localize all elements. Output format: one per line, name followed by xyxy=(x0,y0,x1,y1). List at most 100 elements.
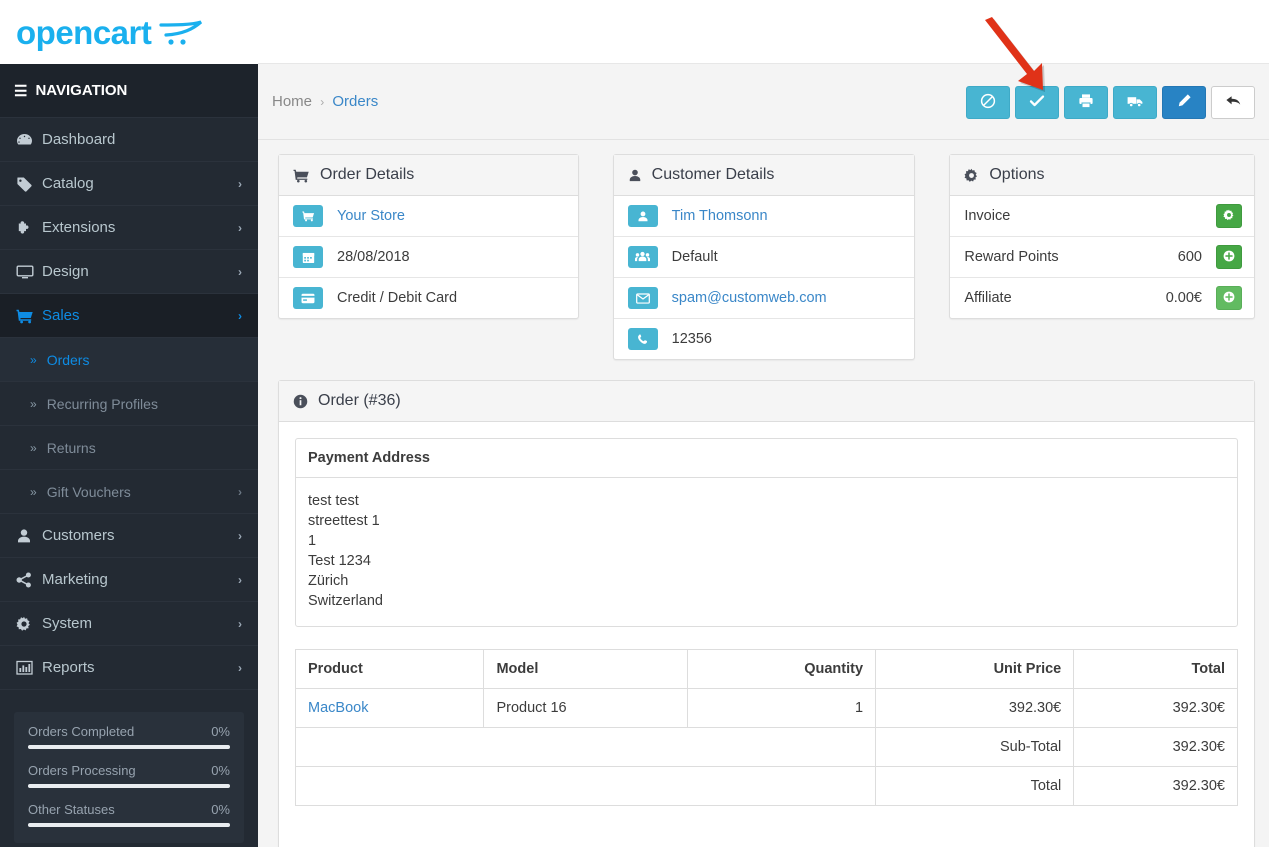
calendar-icon xyxy=(293,246,323,268)
user-icon xyxy=(16,528,42,544)
totals-value: 392.30€ xyxy=(1073,766,1238,806)
share-icon xyxy=(16,572,42,588)
customer-phone: 12356 xyxy=(671,331,712,347)
order-date: 28/08/2018 xyxy=(337,249,410,265)
order-details-list: Your Store 28/08/2018 Credit / Debit Car… xyxy=(279,196,578,318)
option-label: Reward Points xyxy=(964,249,1059,265)
column-header-model: Model xyxy=(483,649,688,689)
breadcrumb-orders[interactable]: Orders xyxy=(332,93,378,110)
sidebar-item-label: Dashboard xyxy=(42,131,116,148)
breadcrumb-home[interactable]: Home xyxy=(272,93,312,110)
chevron-right-icon: › xyxy=(238,572,242,587)
navigation-header-label: NAVIGATION xyxy=(35,82,128,99)
totals-row-sub-total: Sub-Total 392.30€ xyxy=(294,727,1238,767)
navigation-header[interactable]: ☰ NAVIGATION xyxy=(0,64,258,118)
product-link[interactable]: MacBook xyxy=(308,700,368,716)
sidebar-item-extensions[interactable]: Extensions › xyxy=(0,206,258,250)
ban-icon xyxy=(980,93,996,112)
sidebar-item-catalog[interactable]: Catalog › xyxy=(0,162,258,206)
totals-value: 392.30€ xyxy=(1073,727,1238,767)
breadcrumb: Home › Orders xyxy=(272,93,378,110)
confirm-order-button[interactable] xyxy=(1015,86,1059,119)
user-icon xyxy=(627,205,658,227)
cell-total: 392.30€ xyxy=(1073,688,1238,728)
order-panel: Order (#36) Payment Address test test st… xyxy=(278,380,1255,847)
options-list: Invoice Reward Points 600 Affiliate 0.00… xyxy=(950,196,1254,318)
totals-label: Total xyxy=(875,766,1075,806)
opencart-logo-text[interactable]: opencart xyxy=(16,16,152,49)
breadcrumb-separator: › xyxy=(320,95,325,109)
add-affiliate-commission-button[interactable] xyxy=(1216,286,1242,310)
customer-email-link[interactable]: spam@customweb.com xyxy=(672,290,827,306)
sidebar-item-label: System xyxy=(42,615,93,632)
bar-chart-icon xyxy=(16,660,42,676)
chevron-right-icon: › xyxy=(238,616,242,631)
payment-address-box: Payment Address test test streettest 1 1… xyxy=(295,438,1238,627)
address-line: 1 xyxy=(308,533,317,549)
sidebar-item-label: Customers xyxy=(42,527,115,544)
user-icon xyxy=(628,168,642,183)
order-products-table: Product Model Quantity Unit Price Total … xyxy=(294,649,1238,806)
address-line: streettest 1 xyxy=(308,513,380,529)
option-value: 600 xyxy=(1177,249,1202,265)
customer-name-link[interactable]: Tim Thomsonn xyxy=(672,208,768,224)
list-item: Tim Thomsonn xyxy=(613,196,915,237)
sidebar-subitem-returns[interactable]: » Returns xyxy=(0,426,258,470)
sidebar-item-label: Design xyxy=(42,263,89,280)
sidebar-subitem-recurring-profiles[interactable]: » Recurring Profiles xyxy=(0,382,258,426)
sidebar-item-label: Catalog xyxy=(42,175,94,192)
sidebar-item-customers[interactable]: Customers › xyxy=(0,514,258,558)
sidebar-subitem-gift-vouchers[interactable]: » Gift Vouchers › xyxy=(0,470,258,514)
store-link[interactable]: Your Store xyxy=(337,208,405,224)
stat-value: 0% xyxy=(211,802,230,817)
back-button[interactable] xyxy=(1211,86,1255,119)
sidebar-item-design[interactable]: Design › xyxy=(0,250,258,294)
order-panel-body: Payment Address test test streettest 1 1… xyxy=(279,422,1254,847)
option-label: Affiliate xyxy=(964,290,1012,306)
sidebar-subitem-label: Recurring Profiles xyxy=(46,395,158,412)
check-icon xyxy=(1029,93,1045,112)
column-header-product: Product xyxy=(294,649,485,689)
address-line: Switzerland xyxy=(308,593,383,609)
envelope-icon xyxy=(627,287,658,309)
stat-orders-processing: Orders Processing 0% xyxy=(28,763,230,788)
sidebar-item-sales[interactable]: Sales › xyxy=(0,294,258,338)
opencart-cart-logo-icon xyxy=(157,17,205,47)
progress-track xyxy=(28,823,230,827)
page-header: Home › Orders xyxy=(258,64,1269,140)
cell-empty xyxy=(294,766,877,806)
stat-label: Other Statuses xyxy=(28,802,115,817)
sidebar-item-label: Marketing xyxy=(42,571,108,588)
credit-card-icon xyxy=(293,287,323,309)
sidebar-item-system[interactable]: System › xyxy=(0,602,258,646)
chevron-right-icon: › xyxy=(238,660,242,675)
truck-icon xyxy=(1127,93,1144,112)
option-row-affiliate: Affiliate 0.00€ xyxy=(950,278,1254,318)
sidebar-subitem-orders[interactable]: » Orders xyxy=(0,338,258,382)
panel-title: Customer Details xyxy=(651,166,775,183)
sidebar-item-marketing[interactable]: Marketing › xyxy=(0,558,258,602)
shipping-list-button[interactable] xyxy=(1113,86,1157,119)
hamburger-icon[interactable]: ☰ xyxy=(14,82,27,100)
table-row: MacBook Product 16 1 392.30€ 392.30€ xyxy=(294,688,1238,728)
print-invoice-button[interactable] xyxy=(1064,86,1108,119)
options-panel: Options Invoice Reward Points 600 Affili… xyxy=(949,154,1255,319)
address-line: Zürich xyxy=(308,573,349,589)
edit-order-button[interactable] xyxy=(1162,86,1206,119)
progress-track xyxy=(28,745,230,749)
generate-invoice-button[interactable] xyxy=(1216,204,1242,228)
cart-icon xyxy=(16,308,42,324)
list-item: Your Store xyxy=(279,196,578,237)
cancel-order-button[interactable] xyxy=(966,86,1010,119)
cell-quantity: 1 xyxy=(686,688,877,728)
column-header-unit-price: Unit Price xyxy=(875,649,1075,689)
sidebar-item-dashboard[interactable]: Dashboard xyxy=(0,118,258,162)
double-chevron-icon: » xyxy=(30,352,37,367)
cell-empty xyxy=(294,727,877,767)
sidebar-item-reports[interactable]: Reports › xyxy=(0,646,258,690)
stat-other-statuses: Other Statuses 0% xyxy=(28,802,230,827)
stat-label: Orders Completed xyxy=(28,724,135,739)
panel-title: Order Details xyxy=(320,166,415,183)
column-header-quantity: Quantity xyxy=(686,649,877,689)
add-reward-points-button[interactable] xyxy=(1216,245,1242,269)
